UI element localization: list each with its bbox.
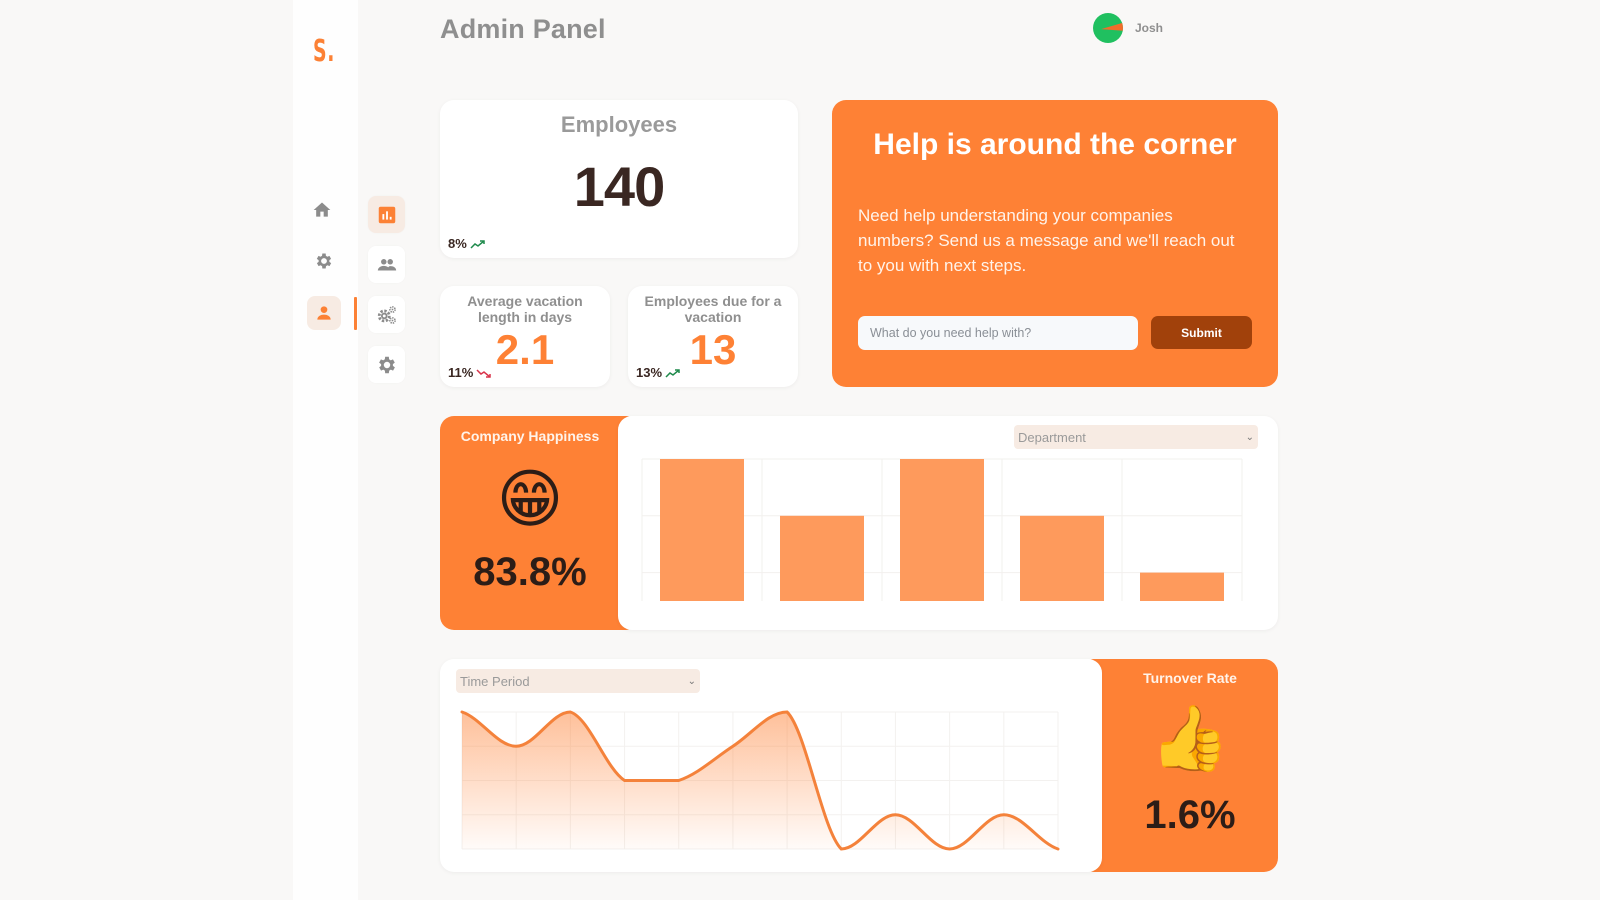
nav-profile[interactable] (307, 296, 341, 330)
active-nav-indicator (354, 297, 357, 330)
bar[interactable] (780, 515, 864, 601)
help-text: Need help understanding your companies n… (858, 206, 1235, 275)
turnover-rate-card: Turnover Rate 👍 1.6% (1080, 659, 1278, 872)
employees-card: Employees 140 8% (440, 100, 798, 258)
turnover-title: Turnover Rate (1143, 670, 1237, 686)
employees-trend: 8% (448, 236, 486, 251)
gear-icon (378, 356, 395, 373)
thumbs-up-icon: 👍 (1150, 702, 1230, 776)
bar-chart-icon (378, 206, 395, 223)
user-menu[interactable]: Josh (1093, 13, 1163, 43)
trend-down-icon (476, 368, 492, 378)
time-period-select[interactable]: Time Period ⌄ (456, 669, 700, 693)
happiness-value: 83.8% (473, 550, 587, 594)
time-period-chart-card: Time Period ⌄ (440, 659, 1102, 872)
help-card: Help is around the corner Need help unde… (832, 100, 1278, 387)
nav-settings[interactable] (307, 244, 341, 278)
help-input[interactable] (858, 316, 1138, 350)
time-period-select-value: Time Period (460, 673, 530, 689)
trend-up-icon (470, 239, 485, 249)
bar[interactable] (660, 459, 744, 601)
department-select-value: Department (1018, 429, 1086, 445)
due-vacation-trend-value: 13% (636, 365, 663, 380)
department-chart-card: Department ⌄ (618, 416, 1278, 630)
employees-value: 140 (573, 155, 665, 218)
people-icon (377, 258, 396, 270)
time-period-line-chart (460, 710, 1060, 851)
chevron-down-icon: ⌄ (1245, 431, 1254, 443)
trend-up-icon (665, 368, 680, 378)
nav-home[interactable] (305, 193, 339, 227)
user-name: Josh (1135, 21, 1164, 35)
turnover-value: 1.6% (1144, 793, 1236, 837)
avg-vacation-trend: 11% (448, 365, 492, 380)
subnav-analytics[interactable] (368, 196, 405, 233)
subnav-advanced-settings[interactable] (368, 296, 405, 333)
due-vacation-trend: 13% (636, 365, 681, 380)
sidebar (293, 0, 358, 900)
subnav-team[interactable] (368, 246, 405, 283)
avg-vacation-title: Average vacation length in days (467, 293, 583, 325)
chevron-down-icon: ⌄ (687, 675, 696, 687)
grinning-face-icon: 😁 (496, 463, 564, 537)
company-happiness-card: Company Happiness 😁 83.8% (440, 416, 640, 630)
bar[interactable] (900, 459, 984, 601)
page-title: Admin Panel (440, 14, 606, 44)
user-icon (317, 306, 331, 320)
submit-button[interactable]: Submit (1151, 316, 1252, 349)
help-title: Help is around the corner (873, 128, 1237, 161)
employees-title: Employees (560, 112, 678, 137)
subnav-settings[interactable] (368, 346, 405, 383)
logo[interactable]: S. (313, 34, 335, 69)
gears-icon (377, 305, 396, 324)
bar[interactable] (1020, 515, 1104, 601)
avg-vacation-card: Average vacation length in days 2.1 11% (440, 286, 610, 387)
due-vacation-title: Employees due for a vacation (644, 293, 782, 325)
bar[interactable] (1140, 572, 1224, 601)
department-select[interactable]: Department ⌄ (1014, 425, 1258, 449)
due-vacation-card: Employees due for a vacation 13 13% (628, 286, 798, 387)
department-bar-chart (641, 458, 1243, 601)
avg-vacation-trend-value: 11% (448, 365, 474, 380)
gear-icon (316, 253, 332, 269)
employees-trend-value: 8% (448, 236, 467, 251)
happiness-title: Company Happiness (460, 428, 600, 444)
avatar (1093, 13, 1123, 43)
home-icon (313, 202, 331, 217)
